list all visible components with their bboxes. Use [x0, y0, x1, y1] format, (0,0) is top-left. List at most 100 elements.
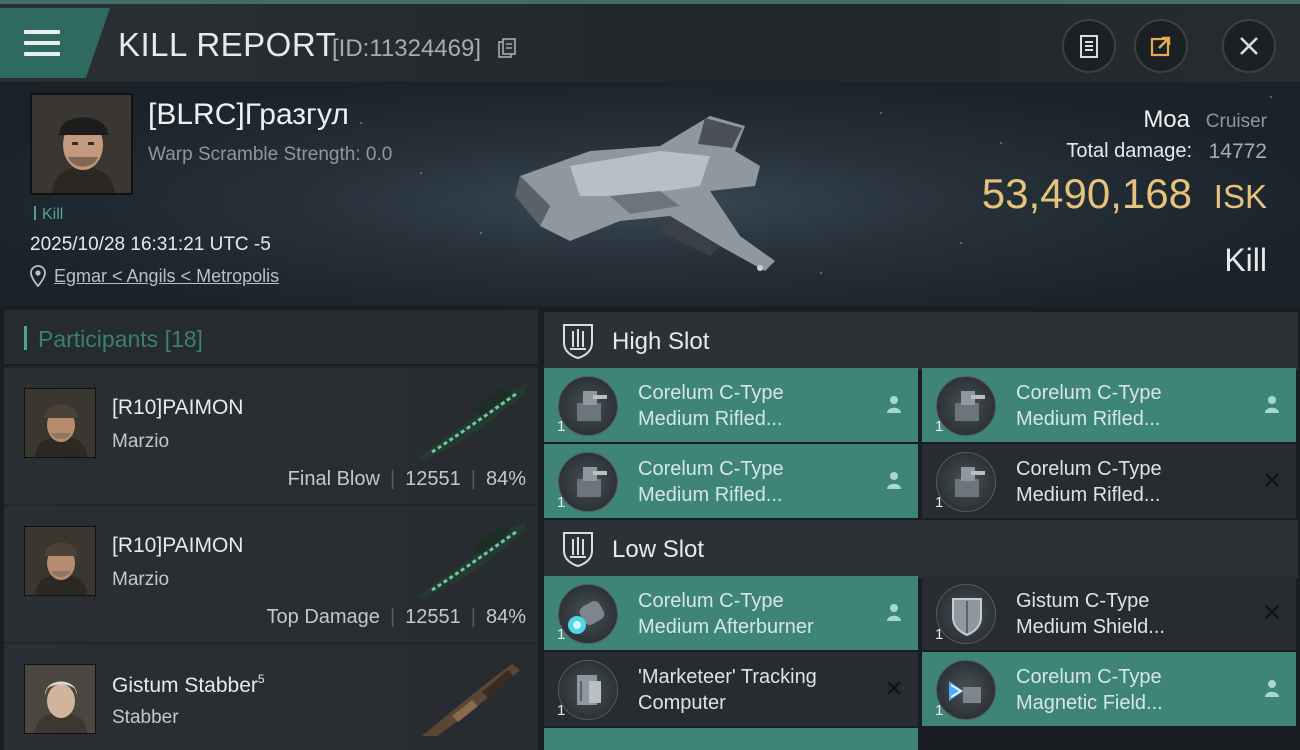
low-slot-label: Low Slot [612, 536, 705, 563]
participant-damage: 12551 [405, 468, 461, 490]
top-bar: KILL REPORT [ID:11324469] [0, 0, 1300, 82]
participants-label: Participants [38, 326, 159, 352]
participant-avatar [24, 664, 96, 734]
magnetic-field-icon [936, 660, 996, 720]
participant-damage: 12551 [405, 606, 461, 628]
shield-icon [936, 584, 996, 644]
tracking-computer-icon [558, 660, 618, 720]
participant-ship: Marzio [112, 569, 170, 590]
participant-percent: 84% [485, 468, 526, 490]
module-name-line2: Medium Rifled... [638, 408, 783, 430]
module-name-line2: Medium Rifled... [1016, 408, 1161, 430]
module-slot-partial[interactable] [544, 728, 918, 750]
total-damage-value: 14772 [1208, 140, 1267, 163]
isk-value: 53,490,168 [981, 170, 1192, 217]
result-label: Kill [1224, 242, 1267, 278]
victim-panel: [BLRC]Гразгул Warp Scramble Strength: 0.… [0, 82, 1300, 306]
close-icon [1240, 37, 1258, 55]
victim-name[interactable]: [BLRC]Гразгул [148, 98, 349, 132]
module-name-line2: Computer [638, 692, 726, 714]
module-quantity: 1 [935, 494, 944, 511]
module-name-line2: Medium Rifled... [1016, 484, 1161, 506]
person-icon [887, 396, 901, 413]
kill-tag: Kill [34, 206, 63, 224]
low-slot-header: Low Slot [544, 520, 1298, 578]
module-quantity: 1 [935, 418, 944, 435]
x-icon [1265, 605, 1279, 619]
high-slot-label: High Slot [612, 328, 710, 355]
module-name-line1: Corelum C-Type [1016, 458, 1162, 480]
module-slot[interactable]: 1 Gistum C-Type Medium Shield... [922, 576, 1296, 650]
kill-timestamp: 2025/10/28 16:31:21 UTC -5 [30, 234, 271, 255]
module-quantity: 1 [557, 418, 566, 435]
share-button[interactable] [1134, 19, 1188, 73]
turret-icon [558, 376, 618, 436]
module-slot[interactable]: 1 Corelum C-Type Medium Rifled... [922, 368, 1296, 442]
copy-icon[interactable] [498, 38, 516, 58]
turret-icon [936, 376, 996, 436]
page-title: KILL REPORT [118, 26, 337, 63]
participants-count: [18] [164, 326, 203, 352]
participant-ship: Stabber [112, 707, 179, 728]
participant-avatar [24, 388, 96, 458]
module-name-line1: Corelum C-Type [638, 458, 784, 480]
participant-role: Top Damage [266, 606, 380, 628]
person-icon [887, 604, 901, 621]
participant-ship: Marzio [112, 431, 170, 452]
module-slot[interactable]: 1 Corelum C-Type Medium Rifled... [544, 368, 918, 442]
slot-shield-icon [563, 324, 593, 359]
module-name-line2: Medium Shield... [1016, 616, 1165, 638]
module-quantity: 1 [557, 702, 566, 719]
warp-scramble-strength: Warp Scramble Strength: 0.0 [148, 144, 393, 165]
victim-avatar[interactable] [30, 93, 133, 195]
participant-percent: 84% [485, 606, 526, 628]
module-name-line1: Gistum C-Type [1016, 590, 1150, 612]
close-button[interactable] [1222, 19, 1276, 73]
participants-header: Participants [18] [4, 310, 538, 366]
participant-row[interactable]: [R10]PAIMON Marzio Final Blow | 12551 | … [4, 368, 538, 504]
participant-ship-image [422, 664, 520, 736]
module-slot[interactable]: 1 Corelum C-Type Medium Rifled... [922, 444, 1296, 518]
clipboard-icon [1080, 35, 1098, 58]
participant-role: Final Blow [287, 468, 380, 490]
module-slot[interactable]: 1 Corelum C-Type Medium Rifled... [544, 444, 918, 518]
x-icon [887, 681, 901, 695]
participant-row[interactable]: [R10]PAIMON Marzio Top Damage | 12551 | … [4, 506, 538, 642]
module-slot[interactable]: 1 Corelum C-Type Magnetic Field... [922, 652, 1296, 726]
module-name-line1: Corelum C-Type [638, 590, 784, 612]
kill-location-link[interactable]: Egmar < Angils < Metropolis [54, 266, 279, 287]
isk-unit: ISK [1213, 178, 1267, 215]
module-slot[interactable]: 1 Corelum C-Type Medium Afterburner [544, 576, 918, 650]
report-id: [ID:11324469] [332, 35, 482, 62]
turret-icon [936, 452, 996, 512]
person-icon [1265, 680, 1279, 697]
module-slot[interactable]: 1 'Marketeer' Tracking Computer [544, 652, 918, 726]
module-name-line2: Medium Rifled... [638, 484, 783, 506]
module-name-line1: 'Marketeer' Tracking [638, 666, 817, 688]
module-name-line2: Magnetic Field... [1016, 692, 1163, 714]
slot-shield-icon [563, 532, 593, 567]
turret-icon [558, 452, 618, 512]
module-name-line2: Medium Afterburner [638, 616, 814, 638]
participant-avatar [24, 526, 96, 596]
participant-name: Gistum Stabber5 [112, 672, 265, 697]
participant-name: [R10]PAIMON [112, 534, 244, 557]
x-icon [1265, 473, 1279, 487]
clipboard-button[interactable] [1062, 19, 1116, 73]
afterburner-icon [558, 584, 618, 644]
module-name-line1: Corelum C-Type [638, 382, 784, 404]
module-name-line1: Corelum C-Type [1016, 382, 1162, 404]
participant-name-superscript: 5 [257, 672, 265, 686]
module-quantity: 1 [935, 626, 944, 643]
module-quantity: 1 [557, 626, 566, 643]
module-name-line1: Corelum C-Type [1016, 666, 1162, 688]
menu-button[interactable] [0, 8, 110, 78]
location-pin-icon [30, 265, 46, 287]
share-icon [1150, 36, 1171, 57]
participant-row[interactable]: Gistum Stabber5 Stabber [4, 644, 538, 750]
hamburger-icon [24, 30, 60, 58]
module-quantity: 1 [557, 494, 566, 511]
ship-name: Moa [1143, 106, 1190, 133]
total-damage-label: Total damage: [1066, 140, 1192, 162]
victim-ship-image [515, 116, 775, 271]
